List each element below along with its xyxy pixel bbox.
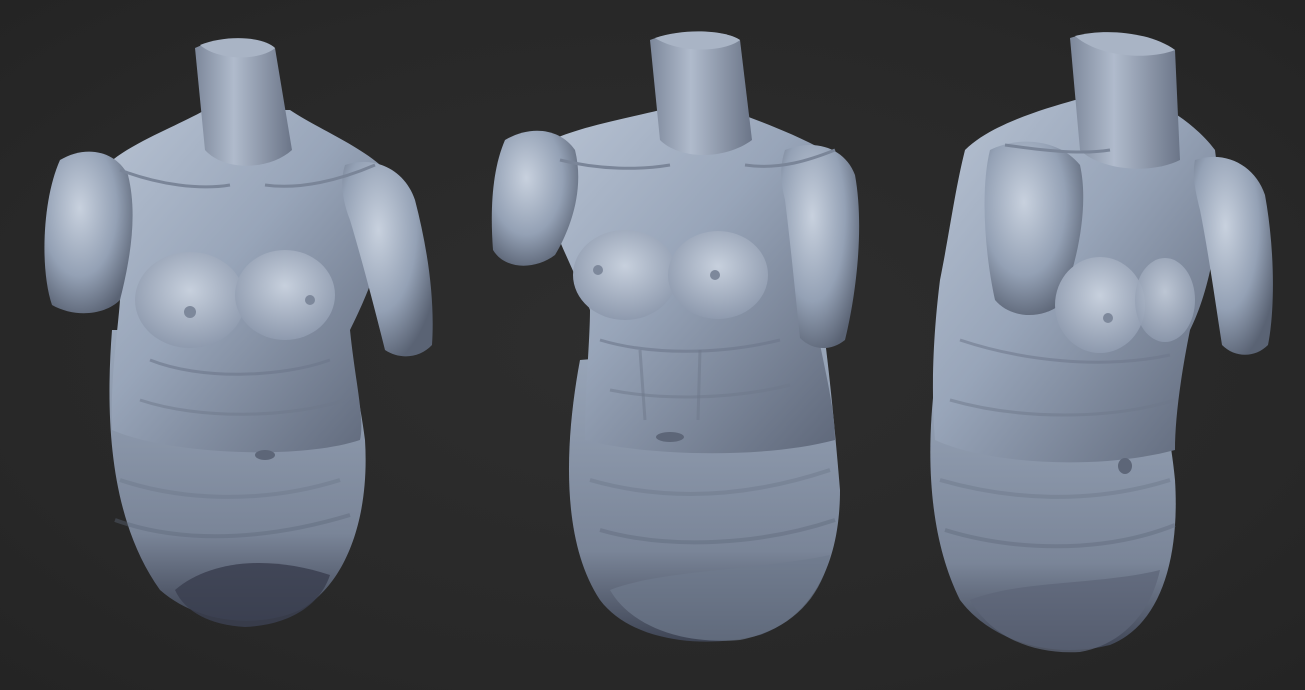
torso-front-left-arm (44, 151, 133, 314)
torso-side-breast (1055, 257, 1145, 353)
torso-side-view (930, 32, 1273, 653)
torso-mid-left-breast (573, 230, 677, 320)
torso-mid-neck (650, 31, 752, 155)
torso-front-left-breast (135, 252, 245, 348)
torso-front-neck (195, 39, 292, 166)
torso-front-right-breast (235, 250, 335, 340)
torso-front-view (44, 38, 433, 627)
sculpt-viewport[interactable] (0, 0, 1305, 690)
torso-renders (44, 31, 1273, 653)
torso-three-quarter-view (491, 31, 860, 642)
